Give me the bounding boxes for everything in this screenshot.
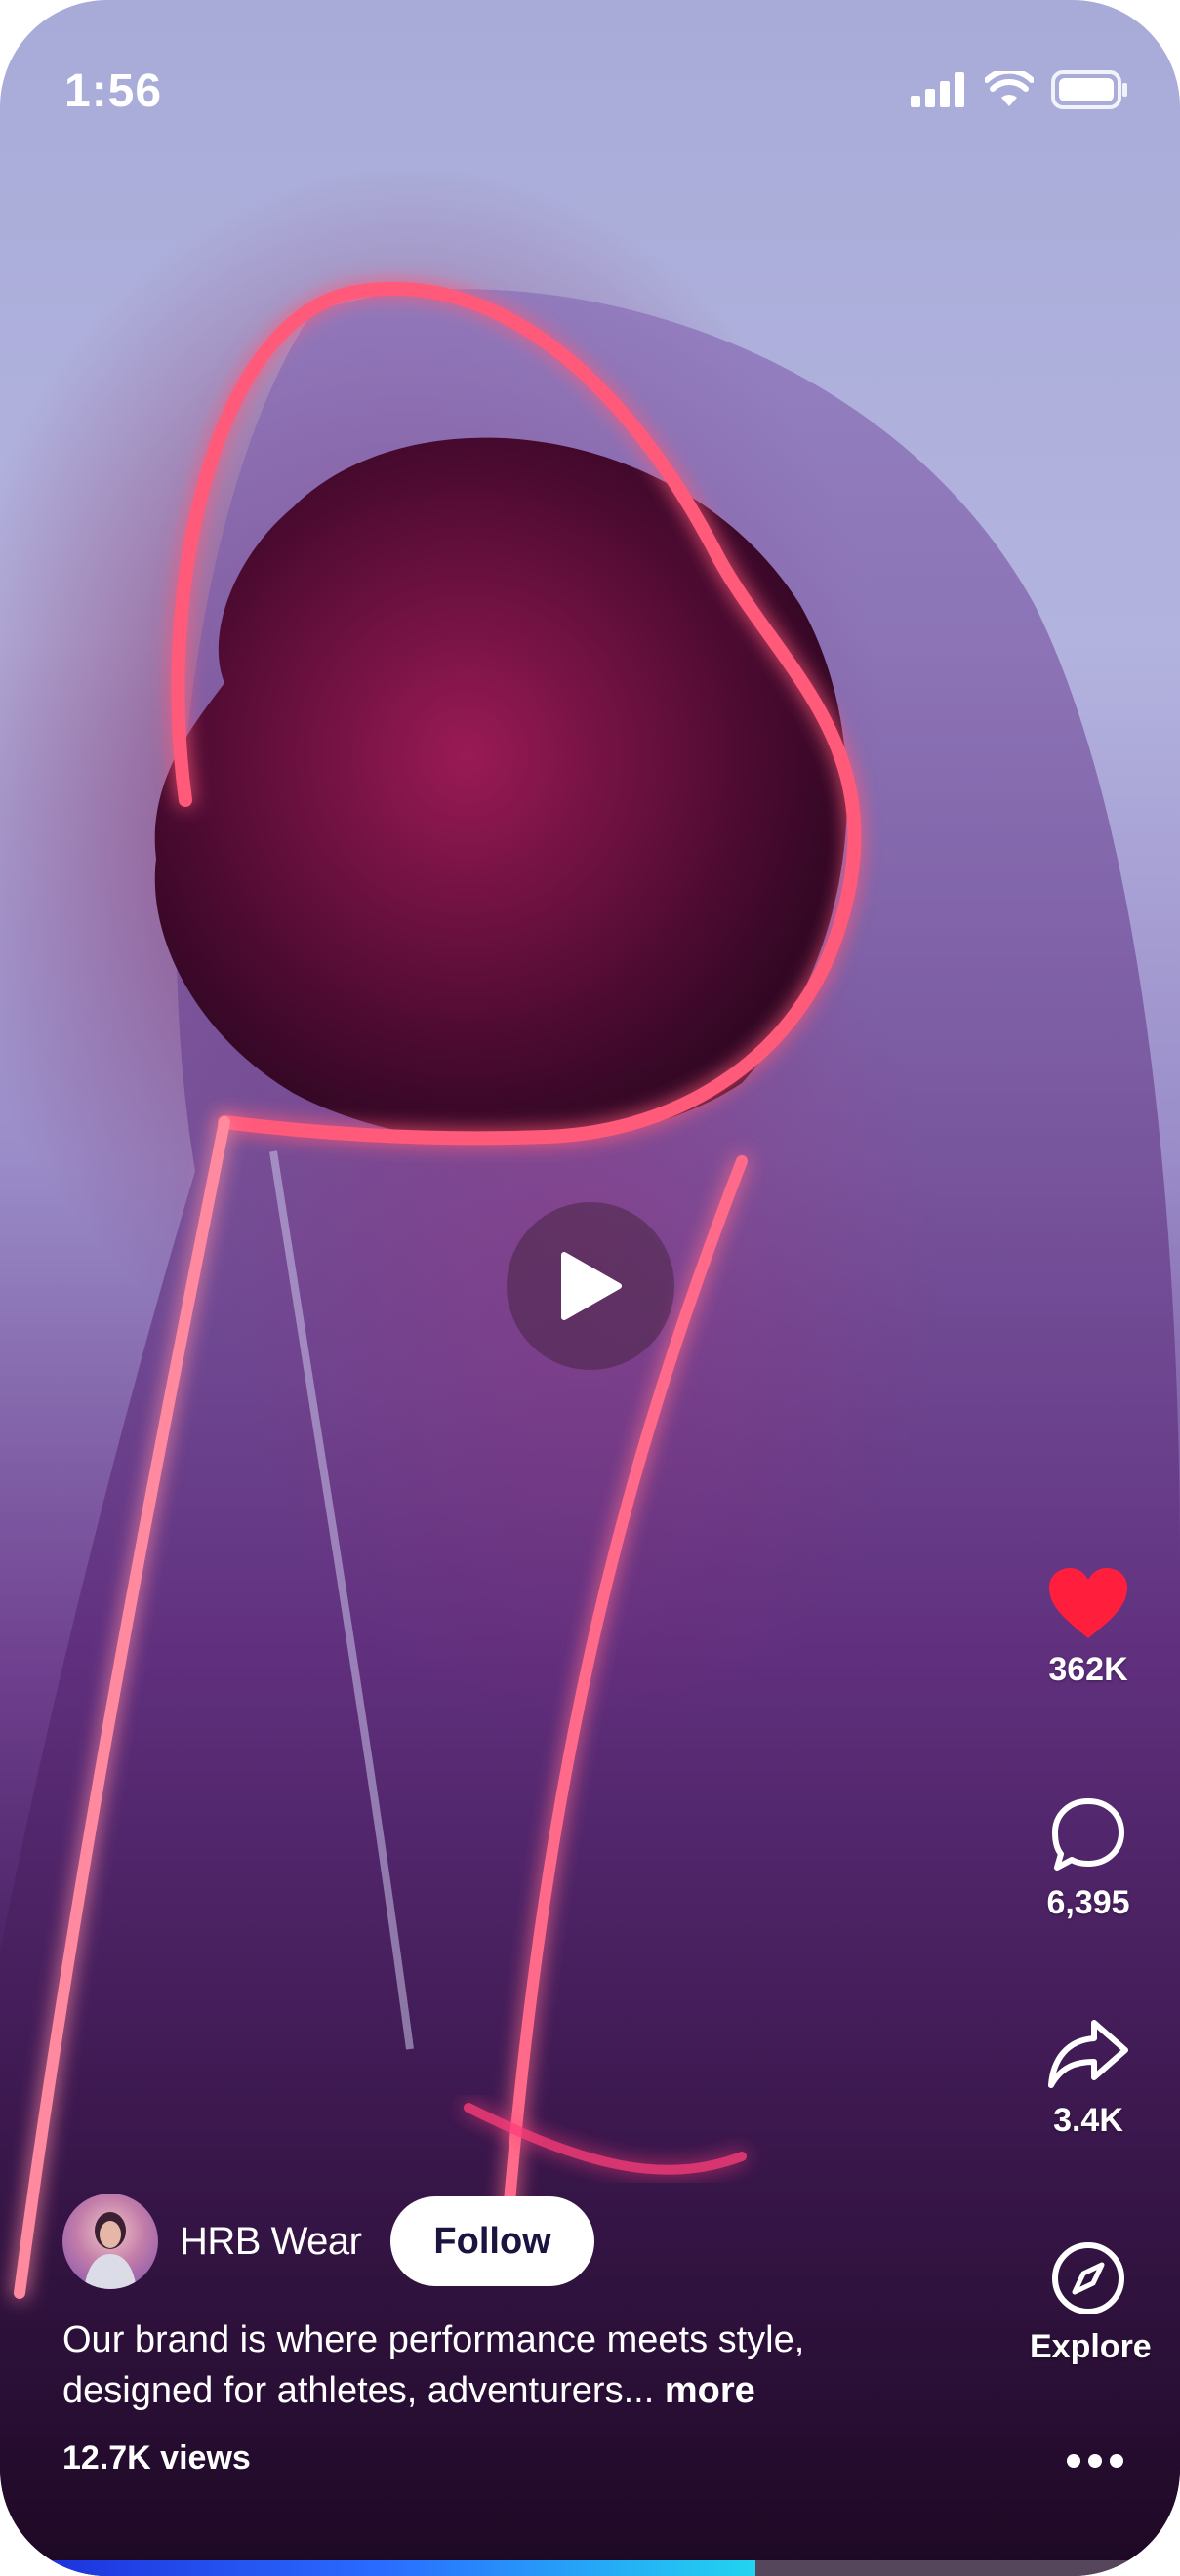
account-name[interactable]: HRB Wear bbox=[180, 2220, 362, 2264]
status-icons bbox=[911, 70, 1129, 109]
explore-button[interactable]: Explore bbox=[1030, 2239, 1152, 2366]
profile-row: HRB Wear Follow bbox=[62, 2193, 594, 2290]
like-button[interactable]: 362K bbox=[1030, 1566, 1147, 1689]
status-time: 1:56 bbox=[64, 65, 163, 117]
dot bbox=[1067, 2454, 1080, 2468]
dot bbox=[1088, 2454, 1102, 2468]
caption-more-link[interactable]: more bbox=[665, 2370, 755, 2411]
dot bbox=[1110, 2454, 1123, 2468]
more-dots-icon[interactable] bbox=[1067, 2454, 1123, 2468]
comment-button[interactable]: 6,395 bbox=[1030, 1795, 1147, 1922]
view-count: 12.7K views bbox=[62, 2439, 251, 2476]
play-icon bbox=[561, 1252, 622, 1320]
caption[interactable]: Our brand is where performance meets sty… bbox=[62, 2314, 941, 2416]
status-bar: 1:56 bbox=[0, 0, 1180, 185]
play-button[interactable] bbox=[507, 1202, 674, 1370]
follow-button[interactable]: Follow bbox=[390, 2196, 594, 2286]
comment-count: 6,395 bbox=[1046, 1884, 1130, 1921]
share-button[interactable]: 3.4K bbox=[1030, 2017, 1147, 2140]
share-count: 3.4K bbox=[1053, 2102, 1123, 2139]
avatar-image bbox=[84, 2212, 137, 2289]
compass-icon bbox=[1052, 2242, 1124, 2314]
signal-icon bbox=[911, 72, 964, 107]
video-progress-fill bbox=[0, 2560, 755, 2576]
share-icon bbox=[1048, 2020, 1128, 2088]
avatar[interactable] bbox=[62, 2194, 158, 2289]
video-screen[interactable]: 1:56 362K 6,395 3.4K Explore HRB Wear Fo… bbox=[0, 0, 1180, 2576]
explore-label: Explore bbox=[1030, 2328, 1152, 2365]
comment-icon bbox=[1052, 1798, 1124, 1871]
wifi-icon bbox=[985, 71, 1034, 106]
video-progress-bar[interactable] bbox=[0, 2560, 1180, 2576]
like-count: 362K bbox=[1048, 1651, 1128, 1688]
heart-icon bbox=[1049, 1568, 1127, 1638]
battery-icon bbox=[1051, 70, 1127, 109]
